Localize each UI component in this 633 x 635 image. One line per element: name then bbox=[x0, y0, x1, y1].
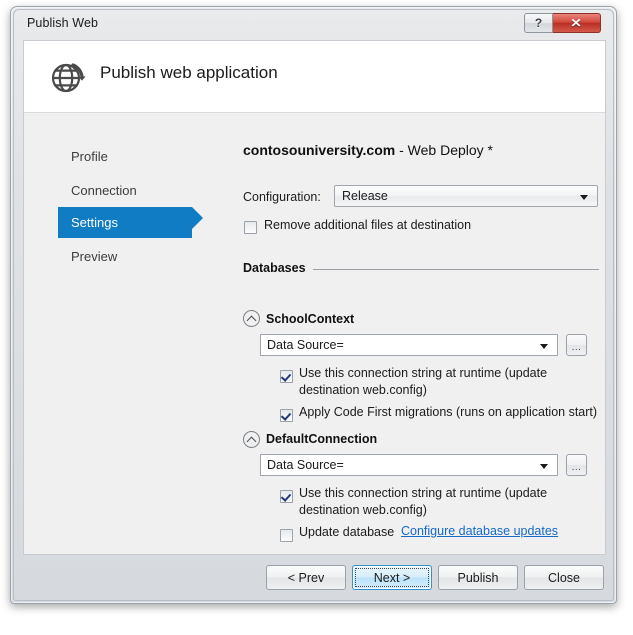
databases-group-label: Databases bbox=[243, 261, 313, 275]
close-button-footer[interactable]: Close bbox=[524, 565, 604, 590]
dialog-footer: < Prev Next > Publish Close bbox=[23, 555, 606, 602]
chevron-up-icon bbox=[246, 436, 257, 447]
defaultconnection-browse-button[interactable]: ... bbox=[566, 454, 587, 476]
header-title: Publish web application bbox=[100, 63, 278, 82]
page-title: contosouniversity.com - Web Deploy * bbox=[243, 142, 493, 158]
wizard-sidebar: Profile Connection Settings Preview bbox=[24, 113, 214, 554]
configuration-label: Configuration: bbox=[243, 190, 321, 204]
schoolcontext-use-connection-label: Use this connection string at runtime (u… bbox=[299, 366, 548, 397]
sidebar-item-preview[interactable]: Preview bbox=[58, 241, 117, 272]
settings-pane: contosouniversity.com - Web Deploy * Con… bbox=[214, 113, 606, 554]
dialog-header-panel: Publish web application bbox=[23, 40, 606, 112]
next-button[interactable]: Next > bbox=[352, 565, 432, 590]
prev-button[interactable]: < Prev bbox=[266, 565, 346, 590]
publish-button-label: Publish bbox=[457, 570, 499, 585]
schoolcontext-connection-select[interactable]: Data Source= bbox=[260, 334, 558, 356]
chevron-down-icon bbox=[540, 344, 548, 349]
focus-ring bbox=[355, 568, 429, 587]
schoolcontext-connection-value: Data Source= bbox=[267, 338, 344, 352]
configuration-select[interactable]: Release bbox=[334, 185, 598, 207]
close-button-label: Close bbox=[548, 570, 580, 585]
publish-web-dialog: Publish Web ? ✕ Publish web application … bbox=[10, 6, 617, 604]
schoolcontext-title: SchoolContext bbox=[266, 312, 355, 326]
update-database-label: Update database bbox=[299, 525, 395, 539]
schoolcontext-expander[interactable] bbox=[243, 310, 260, 327]
close-icon: ✕ bbox=[570, 16, 583, 30]
sidebar-item-label: Connection bbox=[71, 183, 137, 198]
title-bar[interactable]: Publish Web ? ✕ bbox=[14, 10, 615, 40]
ellipsis-icon: ... bbox=[571, 342, 582, 353]
prev-button-label: < Prev bbox=[287, 570, 325, 585]
sidebar-item-label: Settings bbox=[71, 215, 118, 230]
globe-publish-icon bbox=[51, 63, 86, 93]
schoolcontext-code-first-label: Apply Code First migrations (runs on app… bbox=[299, 405, 598, 419]
sidebar-item-connection[interactable]: Connection bbox=[58, 175, 137, 206]
remove-additional-files-label: Remove additional files at destination bbox=[264, 218, 472, 232]
chevron-down-icon bbox=[540, 464, 548, 469]
defaultconnection-use-connection-label: Use this connection string at runtime (u… bbox=[299, 486, 548, 517]
publish-button[interactable]: Publish bbox=[438, 565, 518, 590]
defaultconnection-expander[interactable] bbox=[243, 431, 260, 448]
sidebar-selection-arrow-icon bbox=[192, 207, 203, 229]
close-window-button[interactable]: ✕ bbox=[553, 13, 601, 33]
defaultconnection-connection-select[interactable]: Data Source= bbox=[260, 454, 558, 476]
sidebar-item-label: Profile bbox=[71, 149, 108, 164]
update-database-checkbox[interactable] bbox=[280, 529, 293, 542]
schoolcontext-use-connection-checkbox[interactable] bbox=[280, 370, 293, 383]
page-title-method: - Web Deploy * bbox=[395, 142, 493, 158]
schoolcontext-browse-button[interactable]: ... bbox=[566, 334, 587, 356]
help-button[interactable]: ? bbox=[524, 13, 553, 33]
chevron-up-icon bbox=[246, 315, 257, 326]
window-title: Publish Web bbox=[27, 16, 99, 30]
defaultconnection-use-connection-checkbox[interactable] bbox=[280, 490, 293, 503]
configure-database-updates-link[interactable]: Configure database updates bbox=[401, 524, 558, 538]
configuration-value: Release bbox=[342, 189, 388, 203]
sidebar-item-settings[interactable]: Settings bbox=[58, 207, 192, 238]
ellipsis-icon: ... bbox=[571, 462, 582, 473]
dialog-inner-frame: Publish Web ? ✕ Publish web application … bbox=[13, 9, 614, 601]
sidebar-item-label: Preview bbox=[71, 249, 118, 264]
defaultconnection-connection-value: Data Source= bbox=[267, 458, 344, 472]
chevron-down-icon bbox=[580, 195, 588, 200]
remove-additional-files-checkbox[interactable] bbox=[244, 221, 257, 234]
dialog-body: Profile Connection Settings Preview cont… bbox=[23, 112, 606, 555]
schoolcontext-code-first-checkbox[interactable] bbox=[280, 409, 293, 422]
sidebar-item-profile[interactable]: Profile bbox=[58, 141, 108, 172]
defaultconnection-title: DefaultConnection bbox=[266, 432, 378, 446]
page-title-site: contosouniversity.com bbox=[243, 142, 396, 158]
question-mark-icon: ? bbox=[534, 16, 543, 30]
